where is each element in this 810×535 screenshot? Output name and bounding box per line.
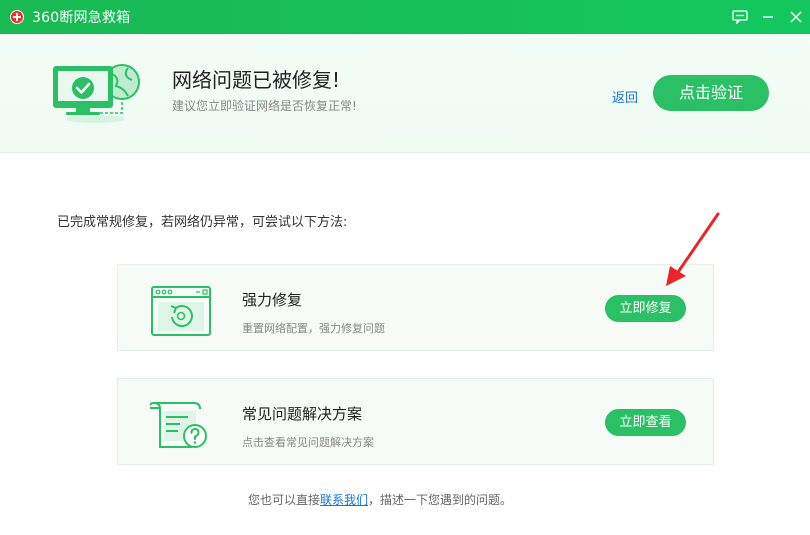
force-repair-card: 强力修复 重置网络配置，强力修复问题 立即修复 [117,264,714,351]
browser-repair-icon [150,285,212,337]
footer-note: 您也可以直接联系我们，描述一下您遇到的问题。 [0,491,760,508]
repair-now-button[interactable]: 立即修复 [605,295,686,322]
close-button[interactable] [782,0,810,34]
footer-text-before: 您也可以直接 [247,493,320,507]
force-repair-desc: 重置网络配置，强力修复问题 [242,322,385,335]
window-controls [726,0,810,34]
network-fixed-icon [50,52,144,126]
view-now-button[interactable]: 立即查看 [605,409,686,436]
result-subtitle: 建议您立即验证网络是否恢复正常! [172,99,357,113]
feedback-icon[interactable] [726,0,754,34]
red-arrow-icon [660,210,724,290]
result-title: 网络问题已被修复! [172,68,341,92]
footer-text-after: ，描述一下您遇到的问题。 [368,493,513,507]
verify-button[interactable]: 点击验证 [653,75,769,111]
repair-hint-text: 已完成常规修复，若网络仍异常，可尝试以下方法: [57,215,348,230]
help-document-icon [147,399,212,451]
back-link[interactable]: 返回 [612,87,638,106]
faq-title: 常见问题解决方案 [242,405,363,423]
window-title: 360断网急救箱 [32,10,131,26]
faq-desc: 点击查看常见问题解决方案 [242,436,374,449]
title-bar: 360断网急救箱 [0,0,810,34]
force-repair-title: 强力修复 [242,291,303,309]
faq-card: 常见问题解决方案 点击查看常见问题解决方案 立即查看 [117,378,714,465]
minimize-button[interactable] [754,0,782,34]
contact-us-link[interactable]: 联系我们 [320,493,368,507]
result-header: 网络问题已被修复! 建议您立即验证网络是否恢复正常! 返回 点击验证 [0,34,810,153]
app-logo-icon [10,10,24,24]
